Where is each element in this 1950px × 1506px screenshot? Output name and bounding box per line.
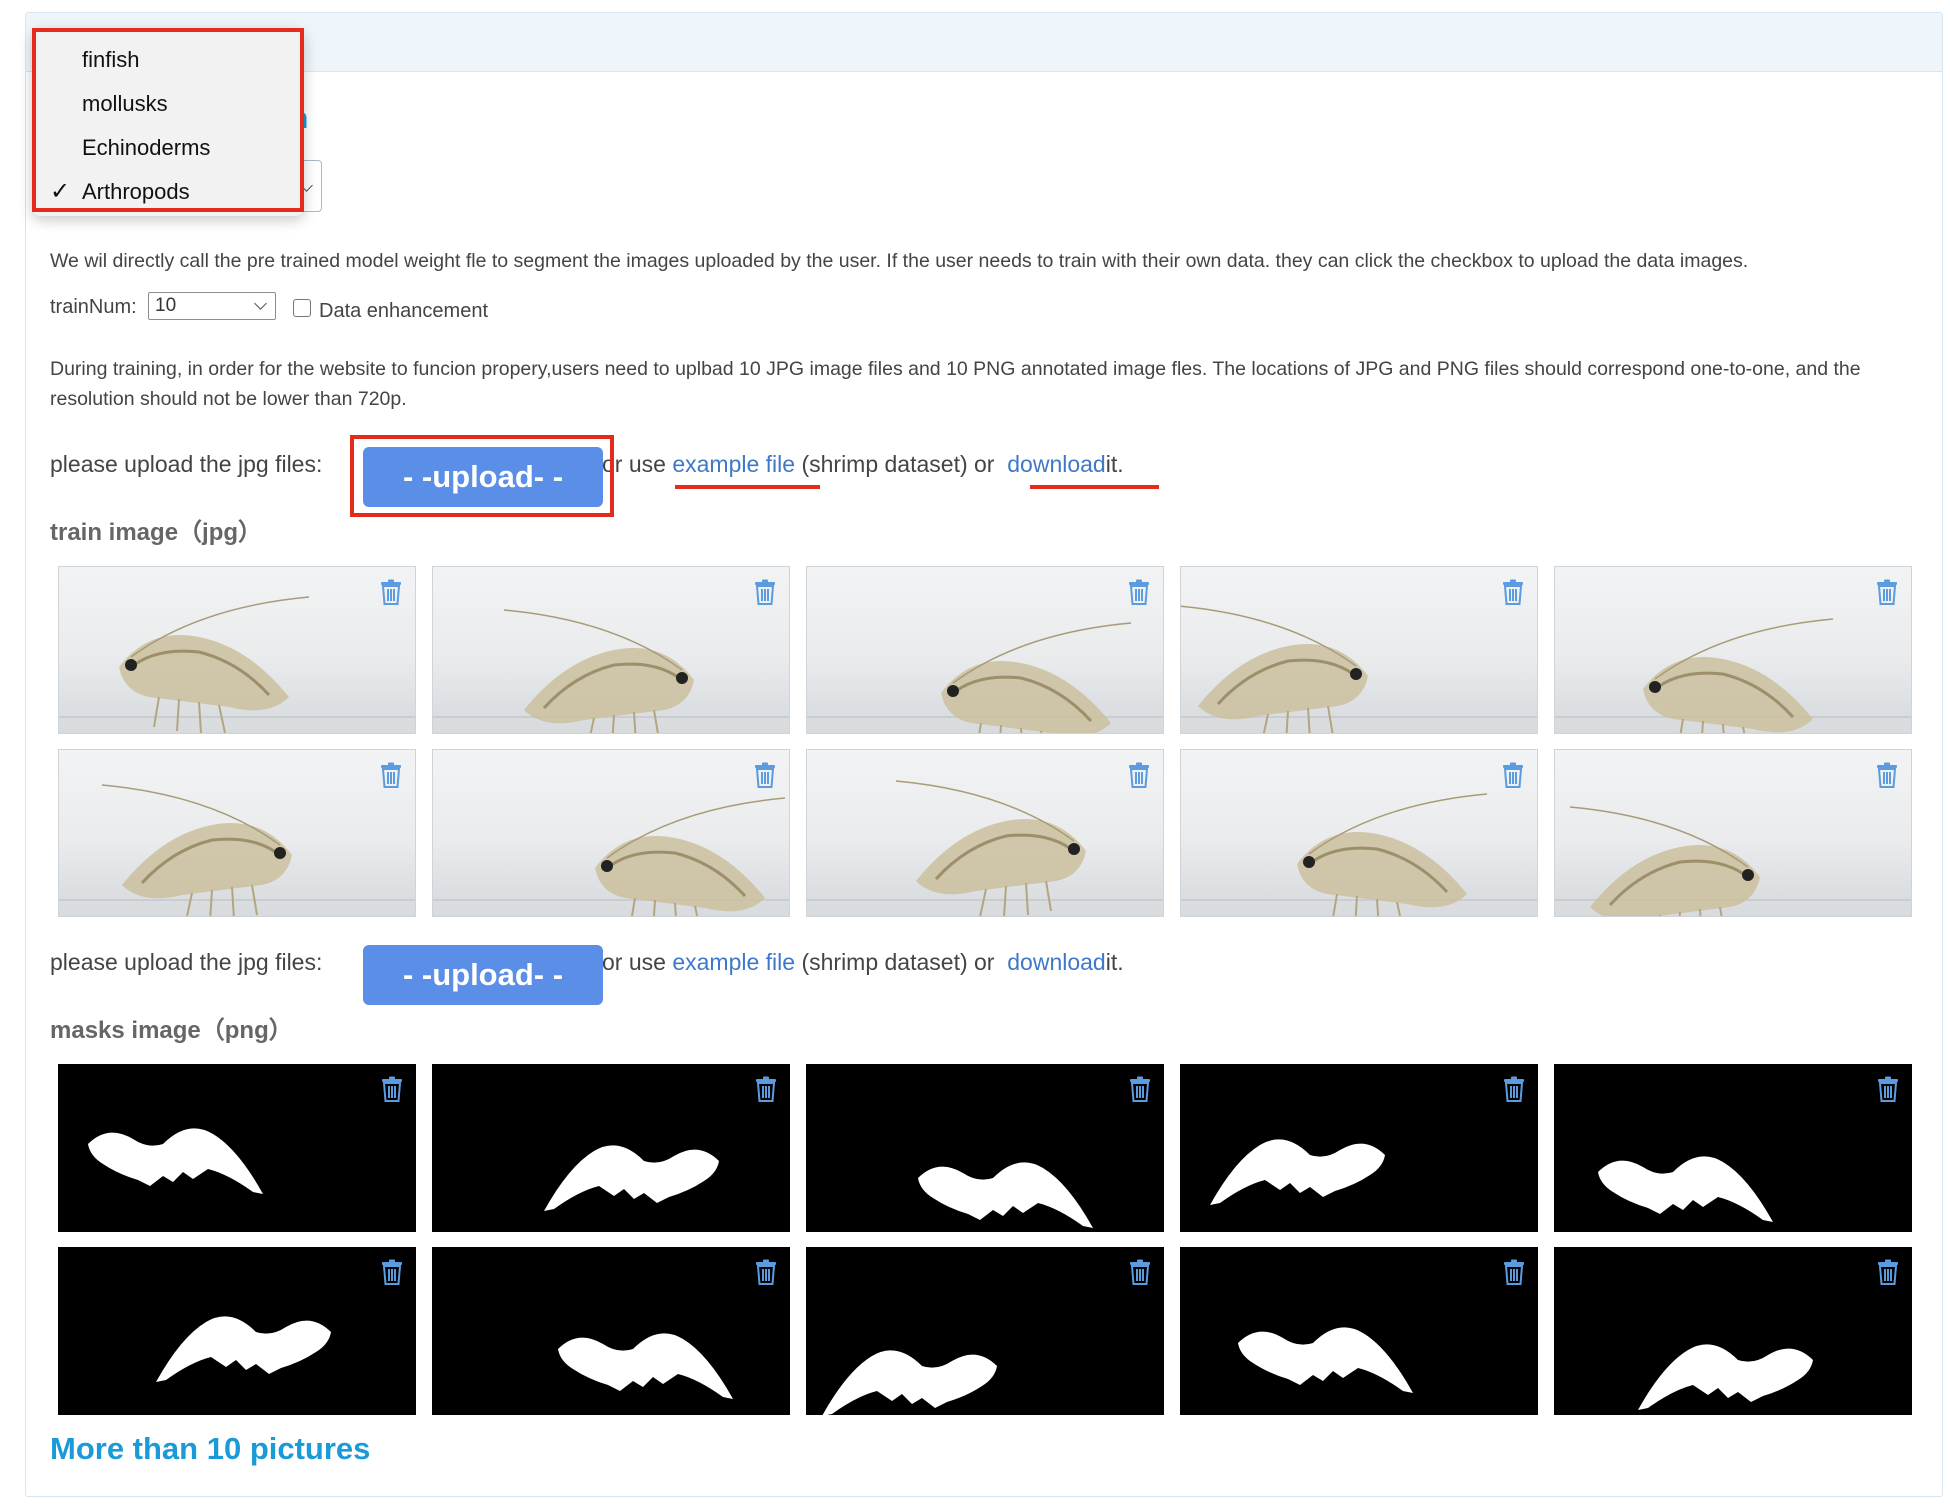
- mask-image-thumb[interactable]: [432, 1247, 790, 1415]
- training-note: During training, in order for the websit…: [50, 358, 1861, 410]
- mask-image-thumb[interactable]: [1180, 1247, 1538, 1415]
- end-text: it.: [1105, 949, 1124, 975]
- shrimp-mask: [1598, 1156, 1773, 1222]
- or-use-text: or use: [602, 949, 666, 975]
- shrimp-photo: [807, 622, 1163, 733]
- download-link[interactable]: download: [1007, 949, 1105, 975]
- train-image-thumb[interactable]: [432, 566, 790, 734]
- shrimp-mask: [822, 1350, 997, 1415]
- train-image-thumb[interactable]: [1554, 566, 1912, 734]
- trash-icon[interactable]: [379, 579, 403, 605]
- train-image-title: train image（jpg）: [50, 519, 263, 546]
- shrimp-mask: [1210, 1139, 1385, 1205]
- shrimp-photo: [1555, 806, 1911, 916]
- trash-icon[interactable]: [1501, 579, 1525, 605]
- upload-png-prompt: please upload the jpg files:: [50, 949, 323, 975]
- mask-image-thumb[interactable]: [1180, 1064, 1538, 1232]
- train-num-select[interactable]: 10: [148, 292, 276, 320]
- trash-icon[interactable]: [753, 579, 777, 605]
- shrimp-mask: [558, 1333, 733, 1399]
- shrimp-photo: [1181, 605, 1537, 733]
- trash-icon[interactable]: [754, 1076, 778, 1102]
- upload-jpg-prompt: please upload the jpg files:: [50, 451, 323, 477]
- dropdown-highlight-box: [32, 28, 304, 212]
- upload-png-button[interactable]: - -upload- -: [363, 945, 603, 1005]
- trash-icon[interactable]: [379, 762, 403, 788]
- trash-icon[interactable]: [380, 1076, 404, 1102]
- mask-image-thumb[interactable]: [1554, 1064, 1912, 1232]
- trash-icon[interactable]: [1875, 762, 1899, 788]
- shrimp-photo: [59, 784, 415, 916]
- shrimp-mask: [1238, 1327, 1413, 1393]
- train-image-thumb[interactable]: [58, 566, 416, 734]
- trash-icon[interactable]: [1127, 762, 1151, 788]
- mask-image-thumb[interactable]: [58, 1247, 416, 1415]
- download-link[interactable]: download: [1007, 451, 1105, 477]
- mask-image-thumb[interactable]: [432, 1064, 790, 1232]
- upload-jpg-links: or use example file (shrimp dataset) or …: [602, 444, 1124, 484]
- upload-jpg-row: please upload the jpg files:: [50, 444, 322, 484]
- shrimp-photo: [59, 596, 415, 733]
- example-file-link[interactable]: example file: [672, 949, 795, 975]
- train-image-thumb[interactable]: [806, 566, 1164, 734]
- trash-icon[interactable]: [1501, 762, 1525, 788]
- end-text: it.: [1105, 451, 1124, 477]
- train-num-value: 10: [155, 295, 177, 316]
- trash-icon[interactable]: [1128, 1259, 1152, 1285]
- trash-icon[interactable]: [1128, 1076, 1152, 1102]
- mask-image-thumb[interactable]: [58, 1064, 416, 1232]
- trash-icon[interactable]: [1502, 1259, 1526, 1285]
- more-pictures-link[interactable]: More than 10 pictures: [50, 1431, 370, 1467]
- train-image-thumb[interactable]: [432, 749, 790, 917]
- shrimp-photo: [433, 797, 789, 916]
- shrimp-mask: [1638, 1344, 1813, 1410]
- shrimp-photo: [1555, 618, 1911, 733]
- trash-icon[interactable]: [1875, 579, 1899, 605]
- data-enhancement-checkbox[interactable]: [293, 299, 311, 317]
- train-image-thumb[interactable]: [58, 749, 416, 917]
- shrimp-mask: [156, 1316, 331, 1382]
- shrimp-mask: [544, 1145, 719, 1211]
- shrimp-photo: [807, 780, 1163, 916]
- model-description: We wil directly call the pre trained mod…: [50, 250, 1749, 272]
- shrimp-mask: [88, 1128, 263, 1194]
- trash-icon[interactable]: [1127, 579, 1151, 605]
- upload-png-links: or use example file (shrimp dataset) or …: [602, 942, 1124, 982]
- mask-image-thumb[interactable]: [806, 1064, 1164, 1232]
- trash-icon[interactable]: [1876, 1076, 1900, 1102]
- mask-image-thumb[interactable]: [1554, 1247, 1912, 1415]
- trash-icon[interactable]: [1876, 1259, 1900, 1285]
- example-suffix-text: (shrimp dataset) or: [801, 451, 995, 477]
- upload-png-row: please upload the jpg files:: [50, 942, 322, 982]
- train-image-thumb[interactable]: [1180, 749, 1538, 917]
- example-suffix-text: (shrimp dataset) or: [801, 949, 995, 975]
- trash-icon[interactable]: [380, 1259, 404, 1285]
- trash-icon[interactable]: [754, 1259, 778, 1285]
- download-link-underline: [1030, 485, 1159, 489]
- upload-button-highlight-box: [350, 435, 614, 517]
- mask-image-thumb[interactable]: [806, 1247, 1164, 1415]
- panel-header: [26, 13, 1942, 72]
- train-num-label: trainNum:: [50, 296, 137, 318]
- train-image-thumb[interactable]: [1554, 749, 1912, 917]
- example-link-underline: [675, 485, 820, 489]
- masks-image-title: masks image（png）: [50, 1017, 293, 1044]
- example-file-link[interactable]: example file: [672, 451, 795, 477]
- train-image-thumb[interactable]: [1180, 566, 1538, 734]
- trash-icon[interactable]: [1502, 1076, 1526, 1102]
- data-enhancement-label: Data enhancement: [319, 300, 489, 322]
- shrimp-mask: [918, 1162, 1093, 1228]
- shrimp-photo: [433, 609, 789, 733]
- trash-icon[interactable]: [753, 762, 777, 788]
- shrimp-photo: [1181, 793, 1537, 916]
- train-image-thumb[interactable]: [806, 749, 1164, 917]
